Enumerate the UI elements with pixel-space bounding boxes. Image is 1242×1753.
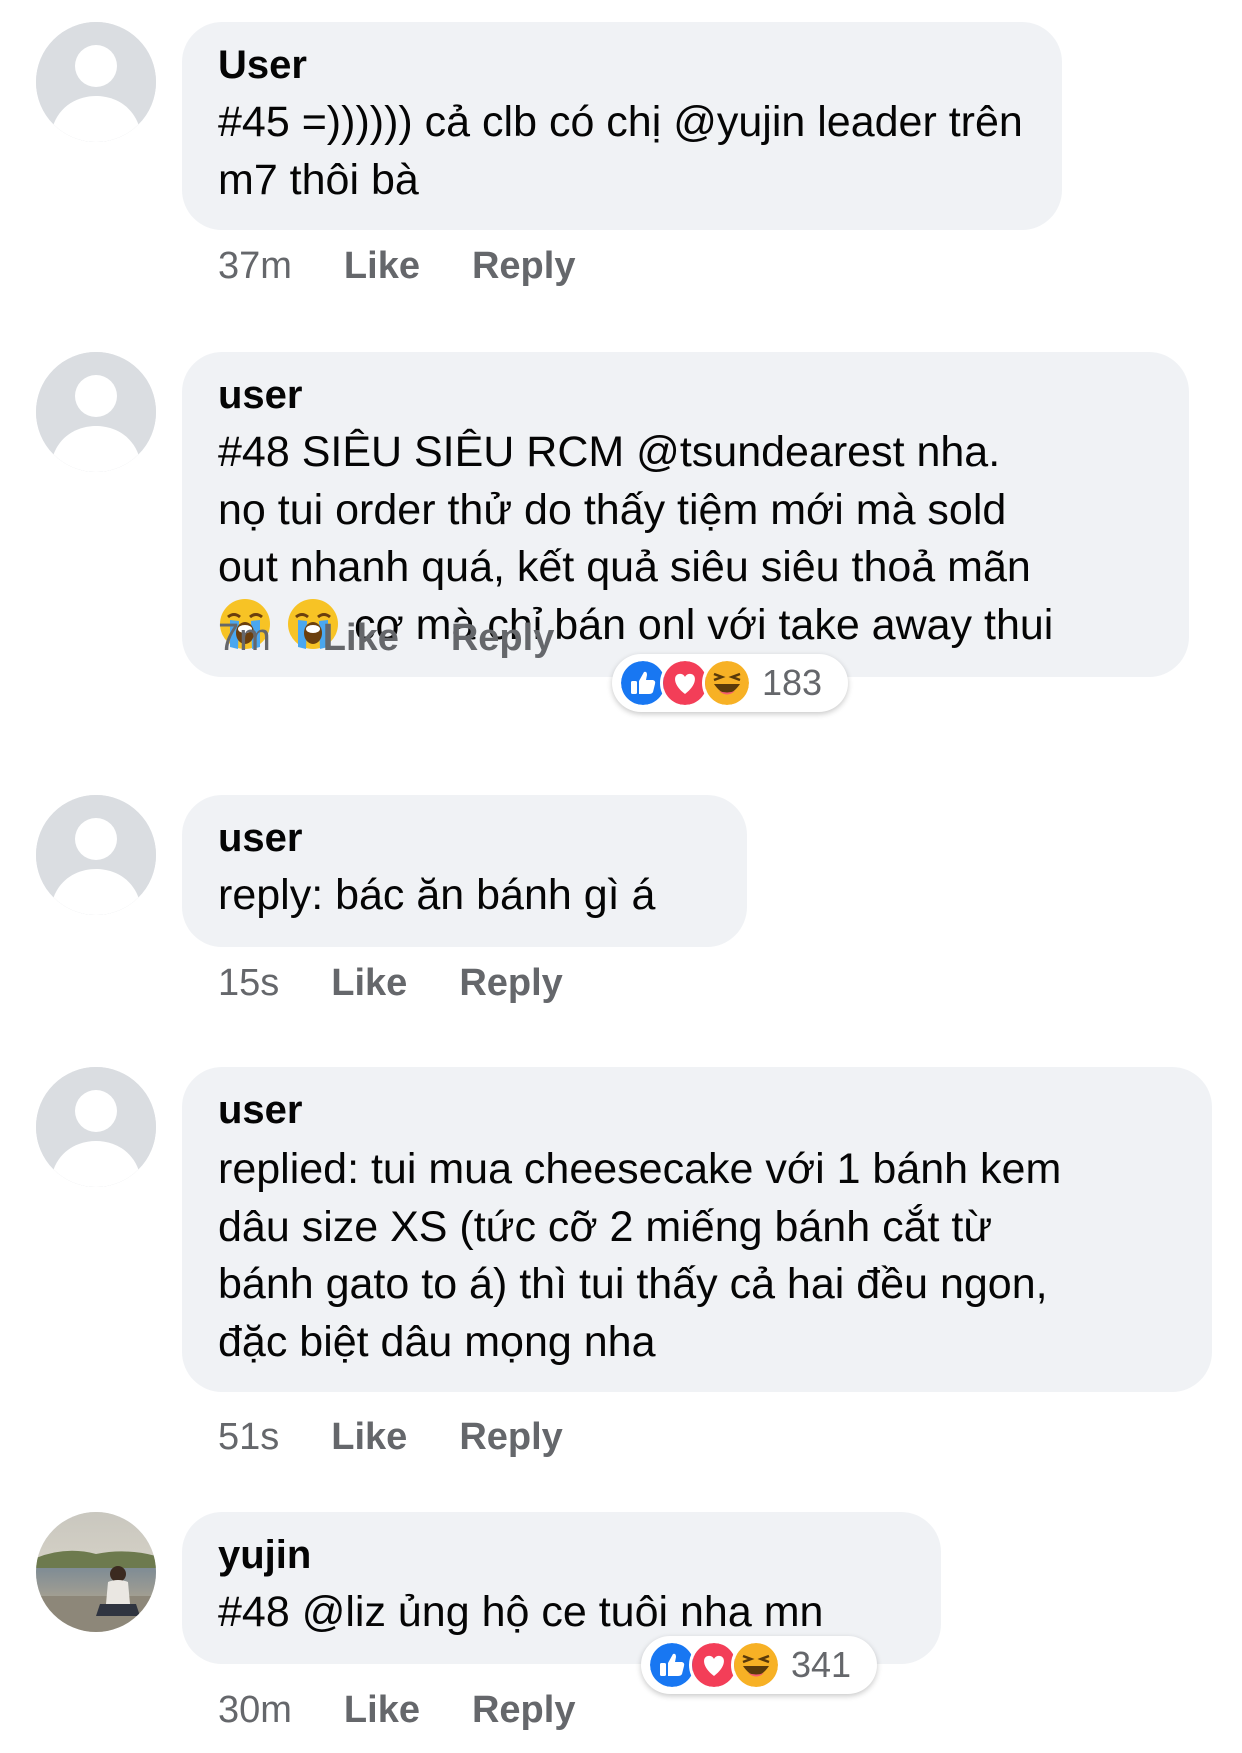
comment-text-line: out nhanh quá, kết quả siêu siêu thoả mã…	[218, 543, 1031, 591]
reply-button[interactable]: Reply	[459, 1415, 562, 1459]
comment-text: #48 @liz ủng hộ ce tuôi nha mn	[218, 1584, 905, 1642]
like-button[interactable]: Like	[344, 244, 420, 288]
comment-text: #45 =)))))) cả clb có chị @yujin leader …	[218, 94, 1026, 209]
comment-text-line: #48 @liz ủng hộ ce tuôi nha mn	[218, 1588, 824, 1636]
comment-author[interactable]: user	[218, 372, 1153, 418]
comment-bubble: user reply: bác ăn bánh gì á	[182, 795, 747, 947]
comment-timestamp[interactable]: 7m	[218, 616, 271, 660]
like-button[interactable]: Like	[331, 961, 407, 1005]
comment-actions: 51s Like Reply	[218, 1415, 563, 1459]
like-button[interactable]: Like	[344, 1688, 420, 1732]
comment-text: replied: tui mua cheesecake với 1 bánh k…	[218, 1141, 1176, 1371]
haha-reaction-icon	[731, 1640, 781, 1690]
reply-button[interactable]: Reply	[472, 244, 575, 288]
comment-actions: 15s Like Reply	[218, 961, 563, 1005]
comment-timestamp[interactable]: 15s	[218, 961, 279, 1005]
comment-text-line: nọ tui order thử do thấy tiệm mới mà sol…	[218, 485, 1007, 534]
comment-actions: 30m Like Reply	[218, 1688, 575, 1732]
comment-author[interactable]: user	[218, 815, 711, 861]
comment-actions: 7m Like Reply	[218, 616, 554, 660]
comment-text-line: reply: bác ăn bánh gì á	[218, 871, 656, 919]
reaction-count: 183	[762, 662, 823, 703]
comment-text: reply: bác ăn bánh gì á	[218, 867, 711, 925]
comment-text-line: m7 thôi bà	[218, 155, 419, 204]
comment-author[interactable]: User	[218, 42, 1026, 88]
comment-bubble: user replied: tui mua cheesecake với 1 b…	[182, 1067, 1212, 1392]
default-avatar-icon[interactable]	[36, 795, 156, 915]
comment-timestamp[interactable]: 51s	[218, 1415, 279, 1459]
reaction-summary[interactable]: 183	[612, 654, 848, 712]
comment-timestamp[interactable]: 37m	[218, 244, 292, 288]
comment-text-line: đặc biệt dâu mọng nha	[218, 1317, 656, 1366]
profile-photo-avatar[interactable]	[36, 1512, 156, 1632]
like-button[interactable]: Like	[323, 616, 399, 660]
reaction-count: 341	[791, 1644, 852, 1685]
reply-button[interactable]: Reply	[472, 1688, 575, 1732]
reply-button[interactable]: Reply	[459, 961, 562, 1005]
comment-author[interactable]: yujin	[218, 1532, 905, 1578]
comment-author[interactable]: user	[218, 1087, 1176, 1133]
comment-bubble: User #45 =)))))) cả clb có chị @yujin le…	[182, 22, 1062, 230]
comment-timestamp[interactable]: 30m	[218, 1688, 292, 1732]
comment-text-line: bánh gato to á) thì tui thấy cả hai đều …	[218, 1260, 1048, 1308]
comment-actions: 37m Like Reply	[218, 244, 575, 288]
comment-text-line: #45 =)))))) cả clb có chị @yujin leader …	[218, 98, 1023, 146]
haha-reaction-icon	[702, 658, 752, 708]
reaction-summary[interactable]: 341	[641, 1636, 877, 1694]
comment-text-line: replied: tui mua cheesecake với 1 bánh k…	[218, 1145, 1062, 1193]
default-avatar-icon[interactable]	[36, 1067, 156, 1187]
reply-button[interactable]: Reply	[451, 616, 554, 660]
comment-text-line: #48 SIÊU SIÊU RCM @tsundearest nha.	[218, 428, 1001, 476]
default-avatar-icon[interactable]	[36, 22, 156, 142]
default-avatar-icon[interactable]	[36, 352, 156, 472]
like-button[interactable]: Like	[331, 1415, 407, 1459]
comment-text-line: dâu size XS (tức cỡ 2 miếng bánh cắt từ	[218, 1202, 993, 1251]
